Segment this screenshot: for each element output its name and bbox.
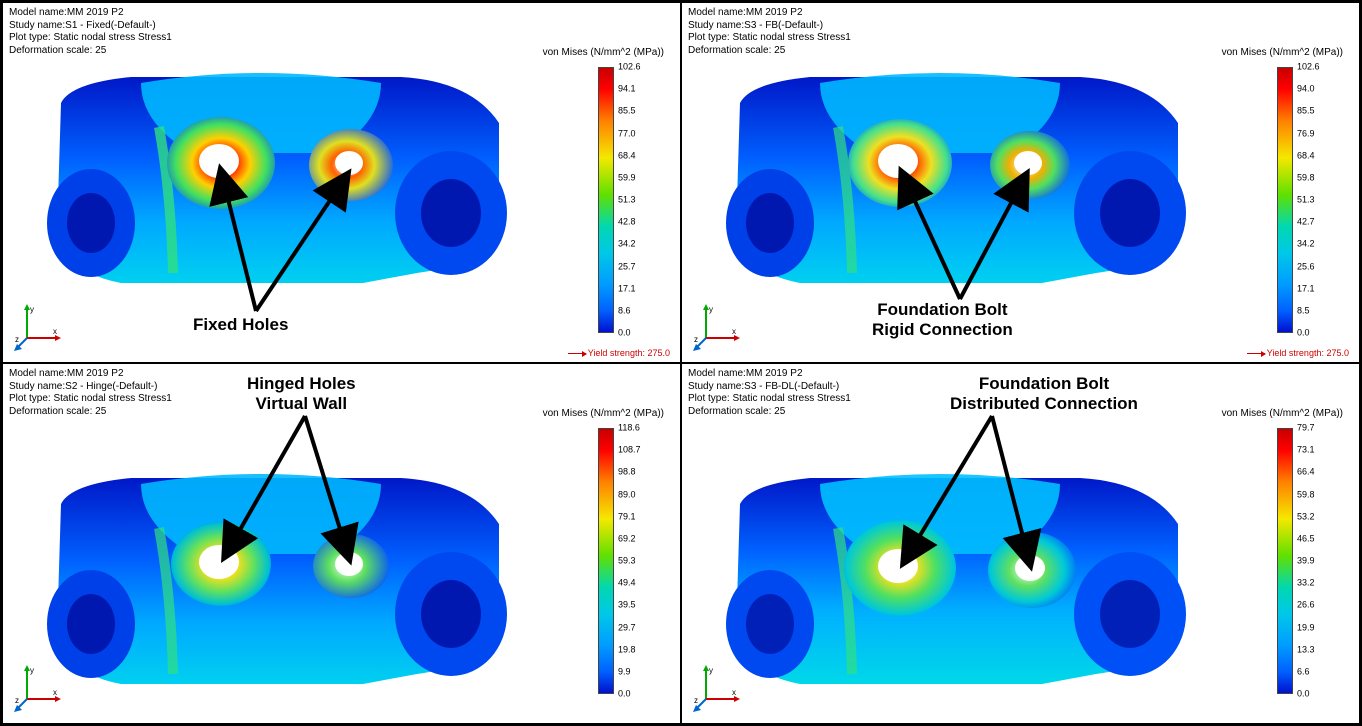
panel-bottom-right: Model name:MM 2019 P2 Study name:S3 - FB… [681, 363, 1360, 724]
svg-text:y: y [30, 666, 34, 675]
svg-text:z: z [15, 696, 19, 705]
legend-title: von Mises (N/mm^2 (MPa)) [543, 408, 664, 419]
legend-title: von Mises (N/mm^2 (MPa)) [543, 47, 664, 58]
colorbar [1277, 428, 1293, 694]
axis-triad-icon: y x z [13, 663, 63, 713]
panel-top-right: Model name:MM 2019 P2 Study name:S3 - FB… [681, 2, 1360, 363]
panel-top-left: Model name:MM 2019 P2 Study name:S1 - Fi… [2, 2, 681, 363]
legend-ticks: 102.6 94.1 85.5 77.0 68.4 59.9 51.3 42.8… [618, 67, 664, 333]
colorbar [598, 67, 614, 333]
meta-block: Model name:MM 2019 P2 Study name:S2 - Hi… [9, 368, 172, 418]
colorbar [1277, 67, 1293, 333]
color-legend: 79.7 73.1 66.4 59.8 53.2 46.5 39.9 33.2 … [1277, 428, 1343, 694]
legend-ticks: 102.6 94.0 85.5 76.9 68.4 59.8 51.3 42.7… [1297, 67, 1343, 333]
color-legend: 118.6 108.7 98.8 89.0 79.1 69.2 59.3 49.… [598, 428, 664, 694]
axis-triad-icon: y x z [13, 302, 63, 352]
yield-strength: Yield strength: 275.0 [568, 348, 670, 358]
legend-ticks: 79.7 73.1 66.4 59.8 53.2 46.5 39.9 33.2 … [1297, 428, 1343, 694]
legend-ticks: 118.6 108.7 98.8 89.0 79.1 69.2 59.3 49.… [618, 428, 664, 694]
model-plot [31, 63, 521, 303]
color-legend: 102.6 94.1 85.5 77.0 68.4 59.9 51.3 42.8… [598, 67, 664, 333]
svg-text:x: x [732, 327, 736, 336]
results-grid: Model name:MM 2019 P2 Study name:S1 - Fi… [0, 0, 1362, 726]
yield-strength: Yield strength: 275.0 [1247, 348, 1349, 358]
svg-text:y: y [709, 666, 713, 675]
color-legend: 102.6 94.0 85.5 76.9 68.4 59.8 51.3 42.7… [1277, 67, 1343, 333]
svg-text:y: y [30, 305, 34, 314]
svg-text:x: x [732, 688, 736, 697]
legend-title: von Mises (N/mm^2 (MPa)) [1222, 408, 1343, 419]
model-plot [710, 63, 1200, 303]
annotation-label: Foundation Bolt Distributed Connection [950, 374, 1138, 413]
meta-block: Model name:MM 2019 P2 Study name:S3 - FB… [688, 7, 851, 57]
meta-block: Model name:MM 2019 P2 Study name:S3 - FB… [688, 368, 851, 418]
svg-text:y: y [709, 305, 713, 314]
svg-text:x: x [53, 327, 57, 336]
annotation-label: Hinged Holes Virtual Wall [247, 374, 356, 413]
svg-text:z: z [694, 696, 698, 705]
axis-triad-icon: y x z [692, 302, 742, 352]
annotation-label: Foundation Bolt Rigid Connection [872, 300, 1013, 339]
svg-text:x: x [53, 688, 57, 697]
svg-text:z: z [15, 335, 19, 344]
svg-text:z: z [694, 335, 698, 344]
annotation-label: Fixed Holes [193, 315, 288, 335]
legend-title: von Mises (N/mm^2 (MPa)) [1222, 47, 1343, 58]
colorbar [598, 428, 614, 694]
meta-block: Model name:MM 2019 P2 Study name:S1 - Fi… [9, 7, 172, 57]
panel-bottom-left: Model name:MM 2019 P2 Study name:S2 - Hi… [2, 363, 681, 724]
model-plot [31, 464, 521, 704]
model-plot [710, 464, 1200, 704]
axis-triad-icon: y x z [692, 663, 742, 713]
